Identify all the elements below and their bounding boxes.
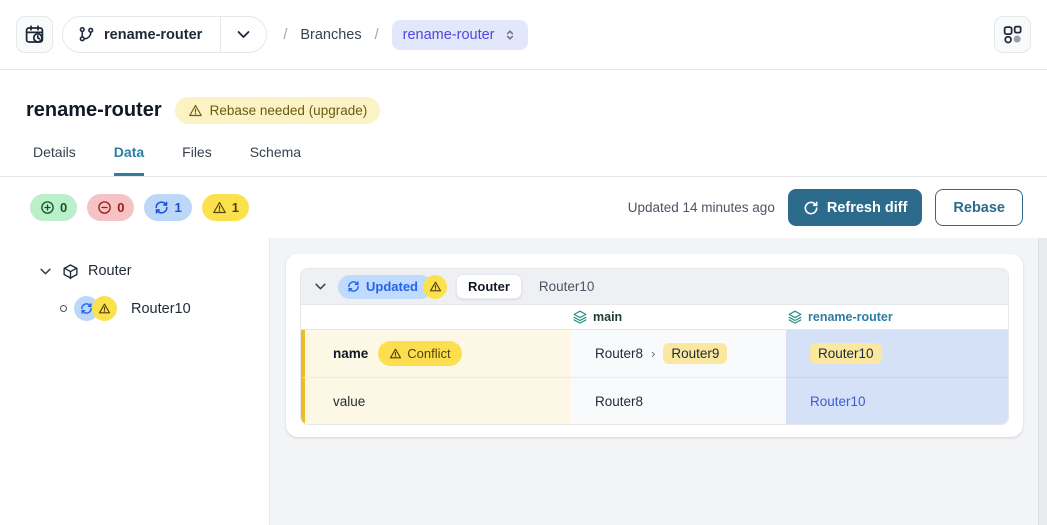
branch-selector-current[interactable]: rename-router xyxy=(63,17,220,52)
page-title: rename-router xyxy=(26,99,162,122)
object-type-badge: Router xyxy=(456,274,522,299)
breadcrumb-branch-label: rename-router xyxy=(403,27,495,43)
cube-icon xyxy=(62,263,79,280)
content-area: Router Router10 xyxy=(0,238,1047,525)
rebase-needed-label: Rebase needed (upgrade) xyxy=(210,103,368,118)
branch-value: Router10 xyxy=(810,394,866,409)
branch-selector-caret[interactable] xyxy=(220,17,266,52)
unfold-icon xyxy=(503,28,517,42)
column-header-label: rename-router xyxy=(808,310,893,324)
updated-status-badge: Updated xyxy=(338,275,432,299)
objects-icon xyxy=(1002,24,1023,45)
breadcrumb-branch-dropdown[interactable]: rename-router xyxy=(392,20,528,50)
objects-view-button[interactable] xyxy=(994,16,1031,53)
change-arrow: › xyxy=(651,346,655,361)
tree-node-status-icons xyxy=(74,296,117,321)
conflict-badge-label: Conflict xyxy=(407,346,450,361)
field-cell: value xyxy=(301,377,571,424)
branch-value-cell: Router10 xyxy=(786,377,1008,424)
scrollbar-track[interactable] xyxy=(1038,238,1047,525)
removed-count-badge: 0 xyxy=(87,194,134,221)
branch-value-highlight: Router10 xyxy=(810,343,882,364)
breadcrumb-branches-link[interactable]: Branches xyxy=(300,27,361,43)
plus-circle-icon xyxy=(40,200,55,215)
refresh-diff-button[interactable]: Refresh diff xyxy=(788,189,923,226)
removed-count: 0 xyxy=(117,200,124,215)
column-header-rename-router: rename-router xyxy=(786,310,1008,324)
tab-bar: Details Data Files Schema xyxy=(33,144,1021,176)
diff-row-value: value Router8 Router10 xyxy=(301,377,1008,424)
tab-data[interactable]: Data xyxy=(114,144,144,176)
last-updated-text: Updated 14 minutes ago xyxy=(628,200,775,215)
diff-tree-sidebar: Router Router10 xyxy=(0,238,270,525)
chevron-down-icon[interactable] xyxy=(313,279,328,294)
conflict-status-icon xyxy=(92,296,117,321)
added-count-badge: 0 xyxy=(30,194,77,221)
object-name: Router10 xyxy=(539,279,595,294)
git-branch-icon xyxy=(78,26,95,43)
updated-count: 1 xyxy=(174,200,181,215)
base-value-cell: Router8 › Router9 xyxy=(571,330,786,377)
diff-main: Updated Router Router10 xyxy=(270,238,1047,525)
conflicts-count-badge: 1 xyxy=(202,194,249,221)
diff-count-badges: 0 0 1 1 xyxy=(30,194,249,221)
updated-count-badge: 1 xyxy=(144,194,191,221)
diff-table-header: main rename-router xyxy=(301,305,1008,330)
tree-bullet-icon xyxy=(60,305,67,312)
minus-circle-icon xyxy=(97,200,112,215)
branch-value-cell: Router10 xyxy=(786,330,1008,377)
tree-node-router10[interactable]: Router10 xyxy=(0,296,269,321)
tab-details[interactable]: Details xyxy=(33,144,76,176)
refresh-icon xyxy=(347,280,360,293)
warning-icon xyxy=(188,103,203,118)
chevron-down-icon[interactable] xyxy=(38,264,53,279)
base-value-cell: Router8 xyxy=(571,377,786,424)
tab-schema[interactable]: Schema xyxy=(250,144,301,176)
refresh-icon xyxy=(154,200,169,215)
warning-icon xyxy=(212,200,227,215)
layers-icon xyxy=(573,310,587,324)
conflicts-count: 1 xyxy=(232,200,239,215)
rebase-button[interactable]: Rebase xyxy=(935,189,1023,226)
topbar: rename-router / Branches / rename-router xyxy=(0,0,1047,70)
tree-node-label: Router xyxy=(88,263,132,279)
diff-row-name: name Conflict Router8 › xyxy=(301,330,1008,377)
base-value: Router8 xyxy=(595,394,643,409)
rebase-needed-badge: Rebase needed (upgrade) xyxy=(175,97,381,124)
conflict-badge: Conflict xyxy=(378,341,461,366)
conflict-warning-icon xyxy=(423,275,447,299)
breadcrumb-separator: / xyxy=(283,27,287,43)
updated-status-label: Updated xyxy=(366,279,418,294)
branch-selector-label: rename-router xyxy=(104,27,202,43)
base-old-value: Router8 xyxy=(595,346,643,361)
column-header-main: main xyxy=(571,310,786,324)
tree-node-label: Router10 xyxy=(131,301,191,317)
diff-panel: Updated Router Router10 xyxy=(300,268,1009,425)
diff-card: Updated Router Router10 xyxy=(286,254,1023,437)
breadcrumb: / Branches / rename-router xyxy=(283,20,527,50)
branch-selector: rename-router xyxy=(62,16,267,53)
chevron-down-icon xyxy=(235,26,252,43)
refresh-diff-label: Refresh diff xyxy=(827,200,908,216)
history-button[interactable] xyxy=(16,16,53,53)
topbar-left-group: rename-router / Branches / rename-router xyxy=(16,16,528,53)
field-cell: name Conflict xyxy=(301,330,571,377)
diff-summary-bar: 0 0 1 1 xyxy=(0,177,1047,238)
breadcrumb-separator: / xyxy=(375,27,379,43)
page-header: rename-router Rebase needed (upgrade) De… xyxy=(0,70,1047,177)
added-count: 0 xyxy=(60,200,67,215)
tab-files[interactable]: Files xyxy=(182,144,212,176)
base-new-value-highlight: Router9 xyxy=(663,343,727,364)
calendar-clock-icon xyxy=(24,24,45,45)
warning-icon xyxy=(389,347,402,360)
tree-node-router[interactable]: Router xyxy=(0,258,269,284)
diff-panel-header[interactable]: Updated Router Router10 xyxy=(301,269,1008,305)
column-header-label: main xyxy=(593,310,622,324)
refresh-icon xyxy=(803,200,819,216)
field-name: value xyxy=(333,394,365,409)
layers-icon xyxy=(788,310,802,324)
field-name: name xyxy=(333,346,368,361)
